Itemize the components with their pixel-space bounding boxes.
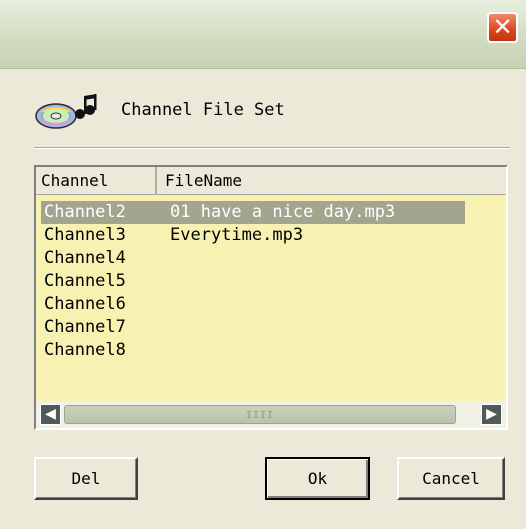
channel-cell: Channel2	[44, 202, 126, 222]
scrollbar-thumb[interactable]: IIII	[64, 405, 456, 424]
scroll-grip-icon: IIII	[245, 410, 275, 421]
channel-file-list[interactable]: Channel FileName Channel2 01 have a nice …	[34, 165, 508, 430]
channel-cell: Channel6	[44, 294, 126, 314]
list-item[interactable]: Channel5	[36, 270, 506, 293]
horizontal-scrollbar[interactable]: ◀ IIII ▶	[36, 401, 506, 428]
filename-cell: 01 have a nice day.mp3	[170, 202, 396, 222]
list-item[interactable]: Channel2 01 have a nice day.mp3	[41, 201, 465, 224]
cancel-button[interactable]: Cancel	[397, 457, 505, 500]
title-bar[interactable]: ✕	[0, 0, 526, 69]
cd-music-icon	[35, 94, 97, 129]
list-item[interactable]: Channel3 Everytime.mp3	[36, 224, 506, 247]
dialog-window: ✕ Channel File Set Channel FileName Chan…	[0, 0, 526, 529]
filename-cell: Everytime.mp3	[170, 225, 304, 245]
list-rows: Channel2 01 have a nice day.mp3 Channel3 Ev…	[36, 201, 506, 362]
scroll-right-icon[interactable]: ▶	[481, 404, 502, 425]
list-item[interactable]: Channel7	[36, 316, 506, 339]
close-button[interactable]: ✕	[487, 12, 518, 43]
scroll-left-icon[interactable]: ◀	[40, 404, 61, 425]
channel-cell: Channel3	[44, 225, 126, 245]
ok-button[interactable]: Ok	[265, 457, 370, 500]
channel-cell: Channel5	[44, 271, 126, 291]
channel-cell: Channel8	[44, 340, 126, 360]
del-button[interactable]: Del	[34, 457, 138, 500]
column-header-filename[interactable]: FileName	[160, 167, 506, 194]
separator	[34, 147, 510, 149]
list-header: Channel FileName	[36, 167, 506, 195]
channel-cell: Channel4	[44, 248, 126, 268]
list-item[interactable]: Channel4	[36, 247, 506, 270]
dialog-heading: Channel File Set	[121, 100, 285, 120]
channel-cell: Channel7	[44, 317, 126, 337]
list-item[interactable]: Channel6	[36, 293, 506, 316]
list-item[interactable]: Channel8	[36, 339, 506, 362]
column-header-channel[interactable]: Channel	[36, 167, 157, 194]
